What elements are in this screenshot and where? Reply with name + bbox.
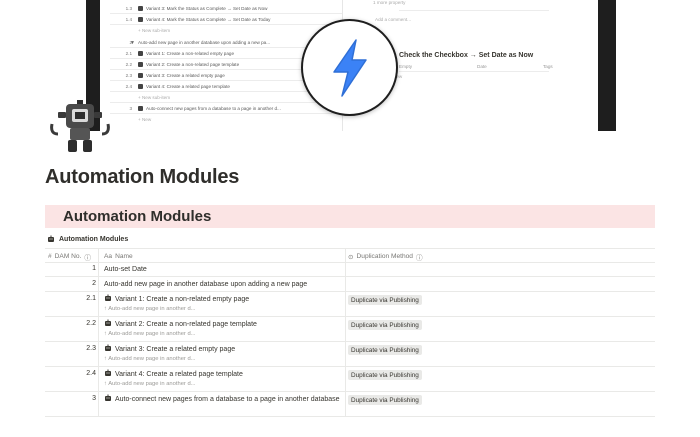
table-row[interactable]: 2.4 Variant 4: Create a related page tem…	[45, 367, 655, 392]
cover-row: + New sub-item	[138, 94, 171, 100]
duplication-method-tag[interactable]: Duplicate via Publishing	[348, 295, 422, 305]
cover-row: 3 Auto-connect new pages from a database …	[129, 105, 281, 111]
callout-title: Automation Modules	[63, 208, 212, 225]
callout-banner: Automation Modules	[45, 205, 655, 228]
info-icon: ⓘ	[415, 254, 423, 262]
cover-row: 2.2 Variant 2: Create a non-related page …	[125, 61, 240, 67]
row-number: 2.3	[86, 345, 96, 352]
cover-row: 2.1 Variant 1: Create a non-related empty…	[125, 50, 235, 56]
cover-add-comment: Add a comment...	[375, 17, 412, 22]
row-number: 3	[92, 395, 96, 402]
column-header-dam-no[interactable]: # DAM No. ⓘ	[48, 249, 91, 264]
cover-row: + New	[138, 116, 152, 122]
row-name[interactable]: Auto-connect new pages from a database t…	[104, 394, 340, 405]
duplication-method-tag[interactable]: Duplicate via Publishing	[348, 395, 422, 405]
table-row[interactable]: 2 Auto-add new page in another database …	[45, 277, 655, 292]
row-name[interactable]: Variant 2: Create a non-related page tem…	[104, 319, 340, 330]
row-name[interactable]: Auto-add new page in another database up…	[104, 280, 340, 290]
robot-icon	[105, 294, 111, 301]
cover-row: 2.4 Variant 4: Create a related page temp…	[125, 83, 230, 89]
cover-row: + New sub-item	[138, 27, 171, 33]
duplication-method-tag[interactable]: Duplicate via Publishing	[348, 320, 422, 330]
robot-page-icon[interactable]	[48, 98, 112, 154]
row-name[interactable]: Variant 1: Create a non-related empty pa…	[104, 294, 340, 305]
table-row[interactable]: 2.2 Variant 2: Create a non-related page…	[45, 317, 655, 342]
lightning-bolt-icon	[301, 19, 398, 116]
duplication-method-tag[interactable]: Duplicate via Publishing	[348, 370, 422, 380]
row-parent-link[interactable]: ↑ Auto-add new page in another d...	[104, 306, 196, 312]
robot-icon	[105, 369, 111, 376]
row-parent-link[interactable]: ↑ Auto-add new page in another d...	[104, 356, 196, 362]
cover-row: 2 Auto-add new page in another database u…	[129, 39, 271, 45]
column-header-name[interactable]: Aa Name	[104, 249, 133, 264]
row-number: 2.1	[86, 295, 96, 302]
row-parent-link[interactable]: ↑ Auto-add new page in another d...	[104, 381, 196, 387]
cover-prop-date: Date	[477, 64, 487, 69]
table-row[interactable]: 2.3 Variant 3: Create a related empty pa…	[45, 342, 655, 367]
cover-row: 1.3 Variant 3: Mark the Status as Complet…	[125, 5, 268, 11]
row-name[interactable]: Variant 3: Create a related empty page	[104, 344, 340, 355]
cover-prop-empty: Empty	[399, 64, 413, 69]
row-parent-link[interactable]: ↑ Auto-add new page in another d...	[104, 331, 196, 337]
row-number: 1	[92, 265, 96, 272]
duplication-method-tag[interactable]: Duplicate via Publishing	[348, 345, 422, 355]
table-row[interactable]: 2.1 Variant 1: Create a non-related empt…	[45, 292, 655, 317]
robot-icon	[105, 344, 111, 351]
row-number: 2.4	[86, 370, 96, 377]
row-number: 2.2	[86, 320, 96, 327]
text-type-icon: Aa	[104, 253, 113, 260]
robot-icon	[105, 319, 111, 326]
cover-prop-tags: Tags	[543, 64, 553, 69]
cover-panel-title: Check the Checkbox → Set Date as Now	[399, 52, 534, 59]
robot-icon	[48, 235, 54, 242]
database-title-label: Automation Modules	[59, 235, 129, 243]
cover-row: 1.4 Variant 4: Mark the Status as Complet…	[125, 16, 271, 22]
cover-frame-right-bar	[598, 0, 616, 131]
cover-row: 2.3 Variant 3: Create a related empty pag…	[125, 72, 225, 78]
row-name[interactable]: Auto-set Date	[104, 265, 340, 275]
table-header: # DAM No. ⓘ Aa Name ⊙ Duplication Method…	[45, 248, 655, 263]
table-row[interactable]: 3 Auto-connect new pages from a database…	[45, 392, 655, 417]
table-row[interactable]: 1 Auto-set Date	[45, 263, 655, 277]
robot-icon	[105, 394, 111, 401]
page-title[interactable]: Automation Modules	[45, 166, 239, 189]
database-table: # DAM No. ⓘ Aa Name ⊙ Duplication Method…	[45, 248, 655, 417]
select-type-icon: ⊙	[348, 253, 354, 261]
row-number: 2	[92, 280, 96, 287]
cover-more-properties: 1 more property	[373, 0, 406, 5]
info-icon: ⓘ	[84, 254, 92, 262]
number-icon: #	[48, 253, 52, 260]
column-header-duplication-method[interactable]: ⊙ Duplication Method ⓘ	[348, 249, 423, 264]
row-name[interactable]: Variant 4: Create a related page templat…	[104, 369, 340, 380]
database-title[interactable]: Automation Modules	[47, 233, 128, 245]
